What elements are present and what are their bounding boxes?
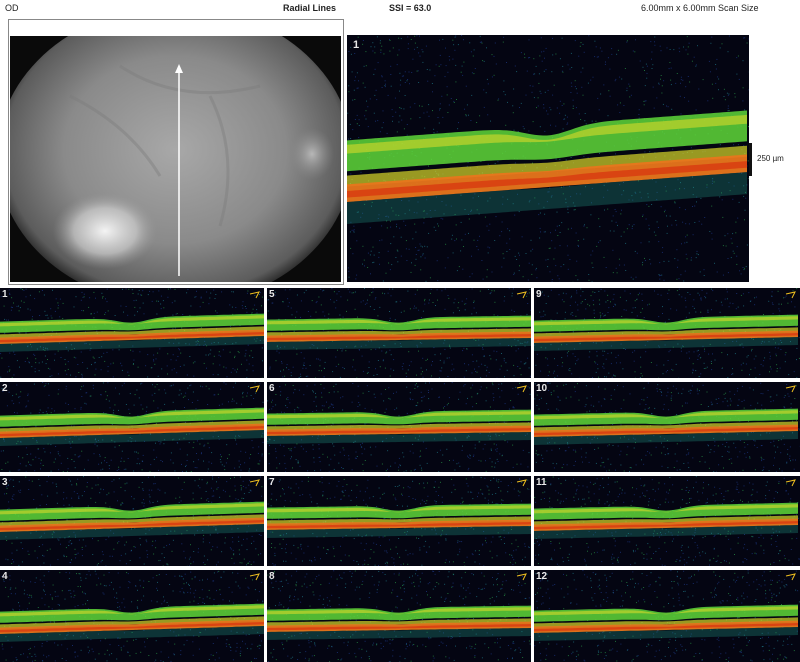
thumbnail-number: 10 xyxy=(536,383,548,394)
scan-thumbnail-5[interactable]: 5 xyxy=(267,288,531,378)
scan-direction-arrow-icon xyxy=(516,291,527,299)
scan-thumbnail-4[interactable]: 4 xyxy=(0,570,264,662)
main-scan-number: 1 xyxy=(353,39,360,51)
scan-thumbnail-3[interactable]: 3 xyxy=(0,476,264,566)
thumbnail-number: 4 xyxy=(2,571,8,582)
scan-direction-arrow-icon xyxy=(516,573,527,581)
scan-thumbnail-12[interactable]: 12 xyxy=(534,570,800,662)
scan-direction-arrow-icon xyxy=(785,573,796,581)
scan-direction-arrow-icon xyxy=(249,573,260,581)
thumbnail-number: 9 xyxy=(536,289,542,300)
scale-label: 250 µm xyxy=(757,154,784,163)
thumbnail-number: 6 xyxy=(269,383,275,394)
scan-thumbnail-9[interactable]: 9 xyxy=(534,288,800,378)
scan-thumbnail-6[interactable]: 6 xyxy=(267,382,531,472)
scan-direction-arrow-icon xyxy=(516,385,527,393)
thumbnail-number: 5 xyxy=(269,289,275,300)
scan-direction-arrow-icon xyxy=(785,291,796,299)
scan-thumbnail-8[interactable]: 8 xyxy=(267,570,531,662)
thumbnail-grid: 1 2 3 4 5 6 7 8 9 10 11 12 xyxy=(0,286,800,662)
scan-thumbnail-2[interactable]: 2 xyxy=(0,382,264,472)
fundus-image[interactable] xyxy=(10,36,341,282)
scan-direction-arrow-icon xyxy=(785,479,796,487)
protocol-label: Radial Lines xyxy=(283,3,337,13)
scan-direction-arrow-icon xyxy=(249,385,260,393)
thumbnail-number: 1 xyxy=(2,289,8,300)
thumbnail-number: 8 xyxy=(269,571,275,582)
scan-direction-arrow-icon xyxy=(516,479,527,487)
thumbnail-number: 2 xyxy=(2,383,8,394)
thumbnail-number: 7 xyxy=(269,477,275,488)
scan-thumbnail-10[interactable]: 10 xyxy=(534,382,800,472)
scan-direction-arrow-icon xyxy=(249,291,260,299)
thumbnail-number: 12 xyxy=(536,571,548,582)
scan-thumbnail-1[interactable]: 1 xyxy=(0,288,264,378)
scan-thumbnail-11[interactable]: 11 xyxy=(534,476,800,566)
eye-label: OD xyxy=(5,3,19,13)
thumbnail-number: 3 xyxy=(2,477,8,488)
scan-thumbnail-7[interactable]: 7 xyxy=(267,476,531,566)
scale-bar xyxy=(749,143,752,176)
scan-direction-arrow-icon xyxy=(785,385,796,393)
ssi-label: SSI = 63.0 xyxy=(389,3,432,13)
scan-direction-arrow-icon xyxy=(249,479,260,487)
thumbnail-number: 11 xyxy=(536,477,547,488)
main-oct-scan[interactable]: 1 xyxy=(347,35,749,282)
scan-size-label: 6.00mm x 6.00mm Scan Size xyxy=(641,3,759,13)
